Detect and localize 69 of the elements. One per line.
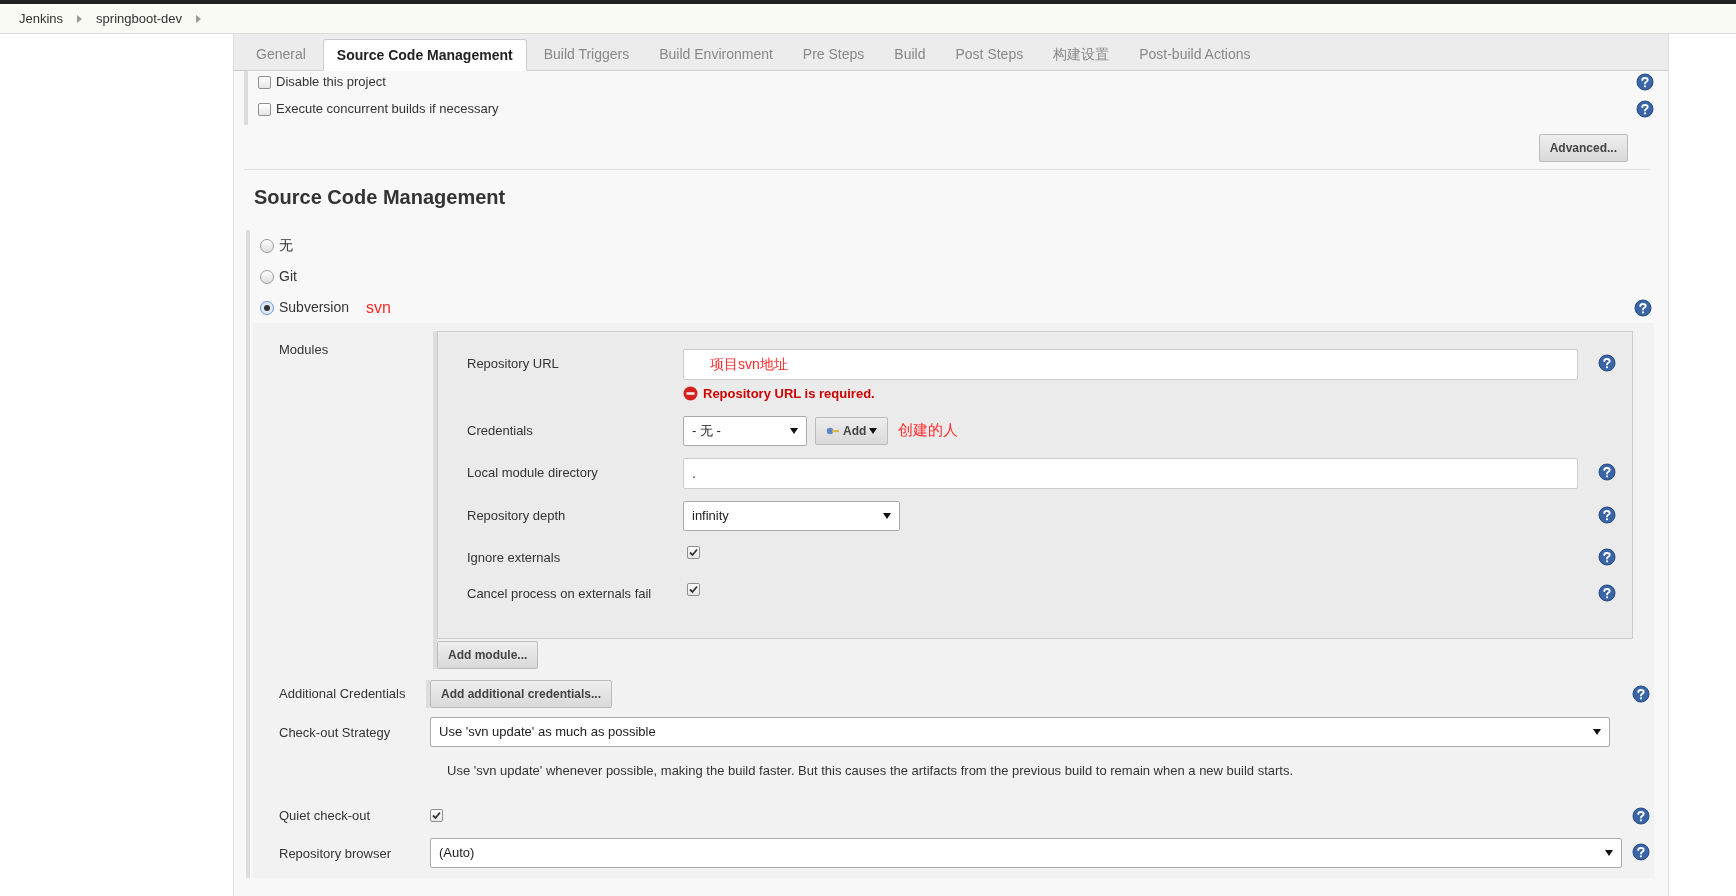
field-label: Quiet check-out — [278, 807, 372, 825]
check-icon — [432, 811, 441, 821]
field-label: Additional Credentials — [278, 684, 407, 703]
radio-button[interactable] — [260, 238, 274, 253]
advanced-button[interactable]: Advanced... — [1538, 134, 1628, 162]
field-label: Modules — [278, 341, 330, 359]
dropdown-caret-icon — [1593, 728, 1601, 735]
option-label: Git — [279, 267, 297, 286]
dropdown-value: Use 'svn update' as much as possible — [439, 722, 656, 741]
checkbox[interactable] — [430, 809, 443, 823]
field-label: Credentials — [466, 421, 534, 440]
dropdown-caret-icon — [869, 427, 878, 434]
field-label: Cancel process on externals fail — [466, 585, 653, 603]
help-icon[interactable] — [1634, 298, 1652, 317]
key-icon — [826, 425, 840, 436]
dropdown[interactable]: - 无 - — [683, 415, 807, 446]
dropdown-value: (Auto) — [439, 843, 475, 862]
chevron-icon — [196, 14, 202, 23]
checkbox[interactable] — [258, 75, 271, 89]
error-icon — [683, 386, 698, 402]
help-icon[interactable] — [1598, 505, 1616, 524]
radio-button[interactable] — [260, 269, 274, 284]
add-credentials-button[interactable]: Add — [815, 416, 889, 445]
dropdown-caret-icon — [1605, 849, 1613, 856]
help-icon[interactable] — [1636, 100, 1654, 118]
text-field[interactable]: 项目svn地址 — [683, 349, 1578, 380]
option-label: Execute concurrent builds if necessary — [276, 100, 500, 119]
checkbox[interactable] — [687, 582, 700, 596]
chevron-icon — [77, 14, 83, 23]
field-label: Repository depth — [466, 506, 567, 525]
help-icon[interactable] — [1598, 584, 1616, 602]
help-icon[interactable] — [1632, 842, 1650, 861]
error-message: Repository URL is required. — [703, 385, 875, 403]
help-icon[interactable] — [1632, 806, 1650, 825]
section-title: Source Code Management — [253, 185, 507, 210]
checkbox[interactable] — [258, 102, 271, 116]
dropdown-value: infinity — [692, 506, 729, 525]
field-label: Check-out Strategy — [278, 723, 392, 742]
help-icon[interactable] — [1598, 547, 1616, 566]
help-icon[interactable] — [1632, 684, 1650, 703]
radio-button[interactable] — [260, 300, 274, 315]
add-additional-credentials-button[interactable]: Add additional credentials... — [430, 679, 613, 708]
description-text: Use 'svn update' whenever possible, making the build faster. But this causes the artifacts from the previous build to remain when a new build starts. — [446, 761, 1295, 780]
add-module-button[interactable]: Add module... — [437, 640, 539, 669]
dropdown-caret-icon — [790, 427, 798, 434]
help-icon[interactable] — [1636, 73, 1654, 91]
field-label: Repository browser — [278, 844, 392, 863]
checkbox[interactable] — [687, 546, 700, 559]
option-label: Subversion — [279, 298, 350, 317]
field-label: Local module directory — [466, 463, 599, 482]
dropdown[interactable]: (Auto) — [430, 837, 1622, 868]
option-label: 无 — [279, 236, 293, 255]
option-label: Disable this project — [276, 73, 387, 92]
check-icon — [689, 548, 698, 557]
dropdown[interactable]: Use 'svn update' as much as possible — [430, 716, 1610, 747]
check-icon — [689, 584, 698, 594]
breadcrumb-link[interactable]: Jenkins — [19, 8, 64, 29]
dropdown[interactable]: infinity — [683, 500, 900, 531]
dropdown-value: - 无 - — [692, 421, 721, 440]
text-field[interactable]: . — [683, 457, 1578, 489]
dropdown-caret-icon — [883, 512, 891, 519]
breadcrumb-link[interactable]: springboot-dev — [96, 8, 183, 29]
field-label: Repository URL — [466, 355, 560, 373]
annotation-text: 创建的人 — [898, 420, 959, 441]
help-icon[interactable] — [1598, 354, 1616, 372]
field-label: Ignore externals — [466, 548, 562, 567]
help-icon[interactable] — [1598, 462, 1616, 481]
tab[interactable]: Source Code Management — [322, 39, 527, 71]
annotation-text: svn — [366, 297, 391, 318]
